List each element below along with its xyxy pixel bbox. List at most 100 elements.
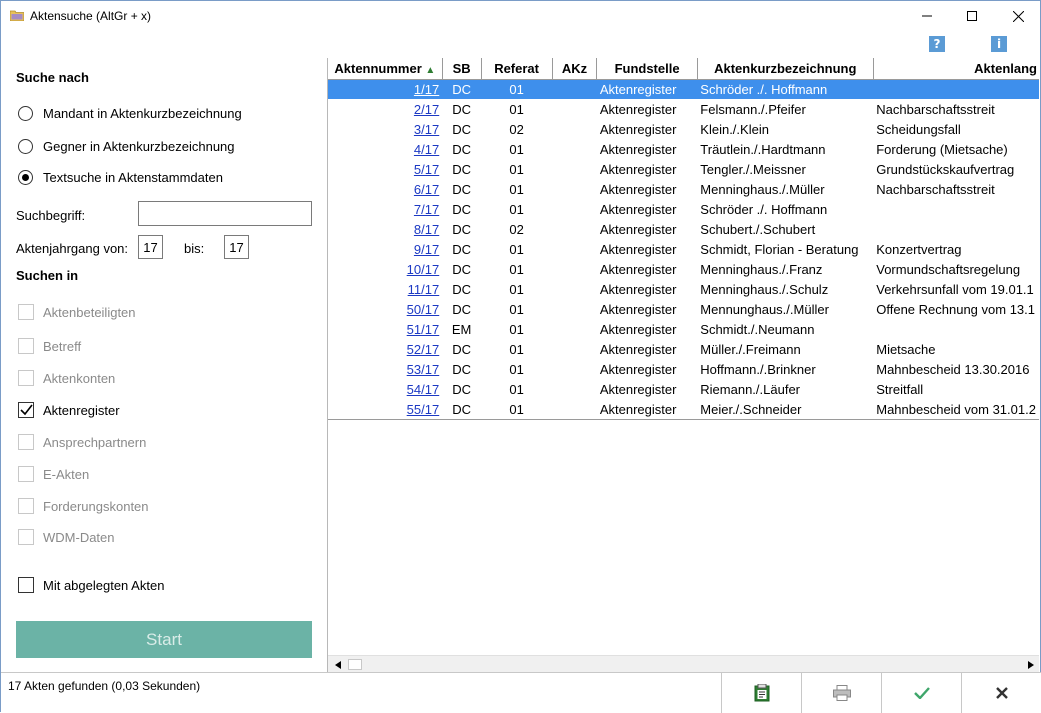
table-row[interactable]: 6/17 DC 01 Aktenregister Menninghaus./.Mülle… bbox=[328, 179, 1039, 199]
close-button[interactable] bbox=[995, 1, 1041, 31]
cancel-button[interactable] bbox=[961, 673, 1041, 713]
check-aktenbeteiligten[interactable]: Aktenbeteiligten bbox=[18, 304, 136, 320]
check-archived[interactable]: Mit abgelegten Akten bbox=[18, 577, 164, 593]
cell-aktennummer[interactable]: 9/17 bbox=[328, 239, 442, 259]
check-aktenregister[interactable]: Aktenregister bbox=[18, 402, 120, 418]
col-header-referat[interactable]: Referat bbox=[481, 58, 553, 80]
table-row[interactable]: 11/17 DC 01 Aktenregister Menninghaus./.Schu… bbox=[328, 279, 1039, 299]
scroll-thumb[interactable] bbox=[348, 659, 362, 670]
cell-aktennummer[interactable]: 5/17 bbox=[328, 159, 442, 179]
akte-link[interactable]: 51/17 bbox=[407, 322, 440, 337]
check-wdm-daten[interactable]: WDM-Daten bbox=[18, 529, 115, 545]
check-ansprechpartnern[interactable]: Ansprechpartnern bbox=[18, 434, 146, 450]
akte-link[interactable]: 9/17 bbox=[414, 242, 439, 257]
checkbox[interactable] bbox=[18, 434, 34, 450]
akte-link[interactable]: 53/17 bbox=[407, 362, 440, 377]
akte-link[interactable]: 10/17 bbox=[407, 262, 440, 277]
cell-aktennummer[interactable]: 51/17 bbox=[328, 319, 442, 339]
col-header-sb[interactable]: SB bbox=[442, 58, 482, 80]
akte-link[interactable]: 8/17 bbox=[414, 222, 439, 237]
akte-link[interactable]: 55/17 bbox=[407, 402, 440, 417]
akte-link[interactable]: 5/17 bbox=[414, 162, 439, 177]
checkbox[interactable] bbox=[18, 466, 34, 482]
minimize-button[interactable] bbox=[904, 1, 950, 31]
table-row[interactable]: 8/17 DC 02 Aktenregister Schubert./.Schubert bbox=[328, 219, 1039, 239]
cell-aktennummer[interactable]: 54/17 bbox=[328, 379, 442, 399]
radio-textsuche[interactable]: Textsuche in Aktenstammdaten bbox=[18, 170, 223, 185]
check-e-akten[interactable]: E-Akten bbox=[18, 466, 89, 482]
table-row[interactable]: 50/17 DC 01 Aktenregister Mennunghaus./.Müll… bbox=[328, 299, 1039, 319]
cell-aktennummer[interactable]: 6/17 bbox=[328, 179, 442, 199]
search-term-input[interactable] bbox=[138, 201, 312, 226]
col-header-aktenlang[interactable]: Aktenlang bbox=[873, 58, 1039, 80]
scroll-right-button[interactable] bbox=[1023, 657, 1039, 672]
col-header-fundstelle[interactable]: Fundstelle bbox=[596, 58, 698, 80]
checkbox[interactable] bbox=[18, 577, 34, 593]
checkbox[interactable] bbox=[18, 529, 34, 545]
akte-link[interactable]: 11/17 bbox=[408, 282, 440, 297]
cell-aktennummer[interactable]: 52/17 bbox=[328, 339, 442, 359]
col-header-aktenkurzbezeichnung[interactable]: Aktenkurzbezeichnung bbox=[697, 58, 874, 80]
print-button[interactable] bbox=[801, 673, 881, 713]
checkbox[interactable] bbox=[18, 402, 34, 418]
check-aktenkonten[interactable]: Aktenkonten bbox=[18, 370, 115, 386]
ok-button[interactable] bbox=[881, 673, 961, 713]
horizontal-scrollbar[interactable] bbox=[328, 655, 1039, 672]
maximize-button[interactable] bbox=[949, 1, 995, 31]
table-row[interactable]: 52/17 DC 01 Aktenregister Müller./.Freimann M… bbox=[328, 339, 1039, 359]
akte-link[interactable]: 7/17 bbox=[414, 202, 439, 217]
akte-link[interactable]: 6/17 bbox=[414, 182, 439, 197]
table-row[interactable]: 9/17 DC 01 Aktenregister Schmidt, Florian - … bbox=[328, 239, 1039, 259]
checkbox[interactable] bbox=[18, 304, 34, 320]
akte-link[interactable]: 3/17 bbox=[414, 122, 439, 137]
table-row[interactable]: 3/17 DC 02 Aktenregister Klein./.Klein Scheid… bbox=[328, 119, 1039, 139]
table-row[interactable]: 5/17 DC 01 Aktenregister Tengler./.Meissner G… bbox=[328, 159, 1039, 179]
radio-button[interactable] bbox=[18, 139, 33, 154]
cell-aktennummer[interactable]: 7/17 bbox=[328, 199, 442, 219]
table-row[interactable]: 55/17 DC 01 Aktenregister Meier./.Schneider M… bbox=[328, 399, 1039, 419]
cell-aktennummer[interactable]: 3/17 bbox=[328, 119, 442, 139]
cell-aktennummer[interactable]: 55/17 bbox=[328, 399, 442, 419]
cell-aktennummer[interactable]: 1/17 bbox=[328, 79, 443, 99]
table-row[interactable]: 4/17 DC 01 Aktenregister Träutlein./.Hardtma… bbox=[328, 139, 1039, 159]
table-row[interactable]: 1/17 DC 01 Aktenregister Schröder ./. Hoffma… bbox=[328, 79, 1039, 99]
cell-aktennummer[interactable]: 50/17 bbox=[328, 299, 442, 319]
akte-link[interactable]: 50/17 bbox=[407, 302, 440, 317]
help-icon[interactable]: ? bbox=[929, 36, 945, 52]
scroll-left-button[interactable] bbox=[330, 657, 346, 672]
year-from-input[interactable]: 17 bbox=[138, 235, 163, 259]
cell-aktennummer[interactable]: 8/17 bbox=[328, 219, 442, 239]
col-header-akz[interactable]: AKz bbox=[552, 58, 598, 80]
akte-link[interactable]: 1/17 bbox=[414, 82, 439, 97]
info-icon[interactable]: i bbox=[991, 36, 1007, 52]
akte-link[interactable]: 2/17 bbox=[414, 102, 439, 117]
table-row[interactable]: 10/17 DC 01 Aktenregister Menninghaus./.Fran… bbox=[328, 259, 1039, 279]
cell-aktennummer[interactable]: 2/17 bbox=[328, 99, 442, 119]
checkbox[interactable] bbox=[18, 338, 34, 354]
radio-gegner[interactable]: Gegner in Aktenkurzbezeichnung bbox=[18, 139, 235, 154]
cell-aktennummer[interactable]: 4/17 bbox=[328, 139, 442, 159]
table-row[interactable]: 53/17 DC 01 Aktenregister Hoffmann./.Brinkne… bbox=[328, 359, 1039, 379]
radio-button[interactable] bbox=[18, 106, 33, 121]
check-betreff[interactable]: Betreff bbox=[18, 338, 81, 354]
cell-aktennummer[interactable]: 53/17 bbox=[328, 359, 442, 379]
table-row[interactable]: 51/17 EM 01 Aktenregister Schmidt./.Neumann bbox=[328, 319, 1039, 339]
cell-aktenlang: Nachbarschaftsstreit bbox=[876, 181, 995, 197]
akte-link[interactable]: 4/17 bbox=[414, 142, 439, 157]
cell-aktennummer[interactable]: 11/17 bbox=[328, 279, 442, 299]
table-row[interactable]: 54/17 DC 01 Aktenregister Riemann./.Läufer St… bbox=[328, 379, 1039, 399]
col-header-aktennummer[interactable]: Aktennummer ▲ bbox=[328, 58, 443, 80]
table-row[interactable]: 7/17 DC 01 Aktenregister Schröder ./. Hoffma… bbox=[328, 199, 1039, 219]
check-forderungskonten[interactable]: Forderungskonten bbox=[18, 498, 149, 514]
akte-link[interactable]: 54/17 bbox=[407, 382, 440, 397]
akte-link[interactable]: 52/17 bbox=[407, 342, 440, 357]
radio-mandant[interactable]: Mandant in Aktenkurzbezeichnung bbox=[18, 106, 242, 121]
start-button[interactable]: Start bbox=[16, 621, 312, 658]
table-row[interactable]: 2/17 DC 01 Aktenregister Felsmann./.Pfeifer N… bbox=[328, 99, 1039, 119]
checkbox[interactable] bbox=[18, 370, 34, 386]
checkbox[interactable] bbox=[18, 498, 34, 514]
year-to-input[interactable]: 17 bbox=[224, 235, 249, 259]
radio-button[interactable] bbox=[18, 170, 33, 185]
clipboard-button[interactable] bbox=[721, 673, 801, 713]
cell-aktennummer[interactable]: 10/17 bbox=[328, 259, 442, 279]
